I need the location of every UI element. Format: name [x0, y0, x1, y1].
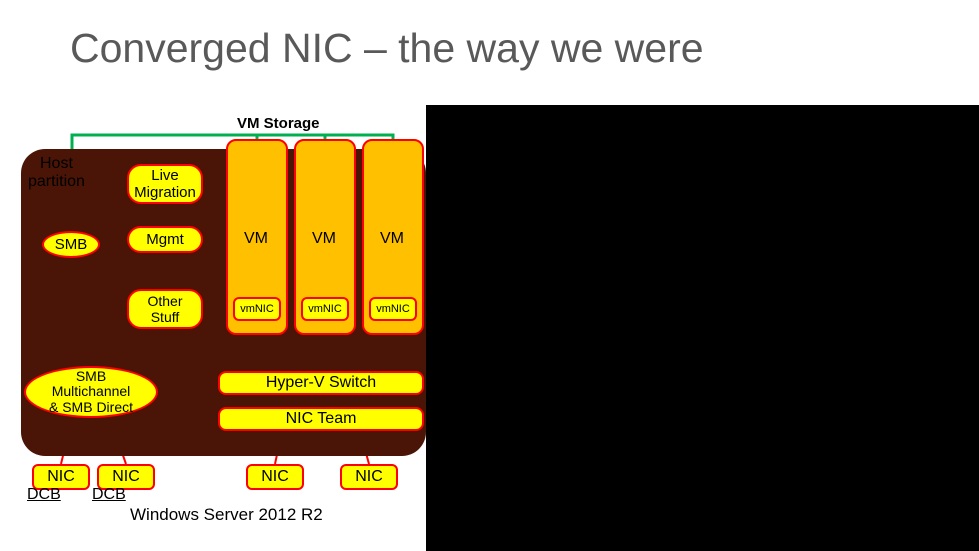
other-stuff-box: OtherStuff [127, 289, 203, 329]
nic-box-3: NIC [246, 464, 304, 490]
vm-label-2: VM [294, 230, 354, 248]
vmnic-3: vmNIC [369, 297, 417, 321]
vm-label-1: VM [226, 230, 286, 248]
vmnic-1: vmNIC [233, 297, 281, 321]
dcb-label-1: DCB [27, 486, 61, 504]
nic-team-bar: NIC Team [218, 407, 424, 431]
slide-title: Converged NIC – the way we were [70, 25, 704, 72]
black-panel [426, 105, 979, 551]
os-caption: Windows Server 2012 R2 [130, 505, 323, 525]
smb-box: SMB [42, 231, 100, 258]
mgmt-box: Mgmt [127, 226, 203, 253]
vm-storage-label: VM Storage [237, 115, 320, 132]
dcb-label-2: DCB [92, 486, 126, 504]
vmnic-2: vmNIC [301, 297, 349, 321]
hyperv-switch-bar: Hyper-V Switch [218, 371, 424, 395]
nic-box-4: NIC [340, 464, 398, 490]
live-migration-box: LiveMigration [127, 164, 203, 204]
host-partition-label: Hostpartition [28, 155, 85, 191]
vm-label-3: VM [362, 230, 422, 248]
smb-multichannel-box: SMBMultichannel& SMB Direct [24, 366, 158, 418]
